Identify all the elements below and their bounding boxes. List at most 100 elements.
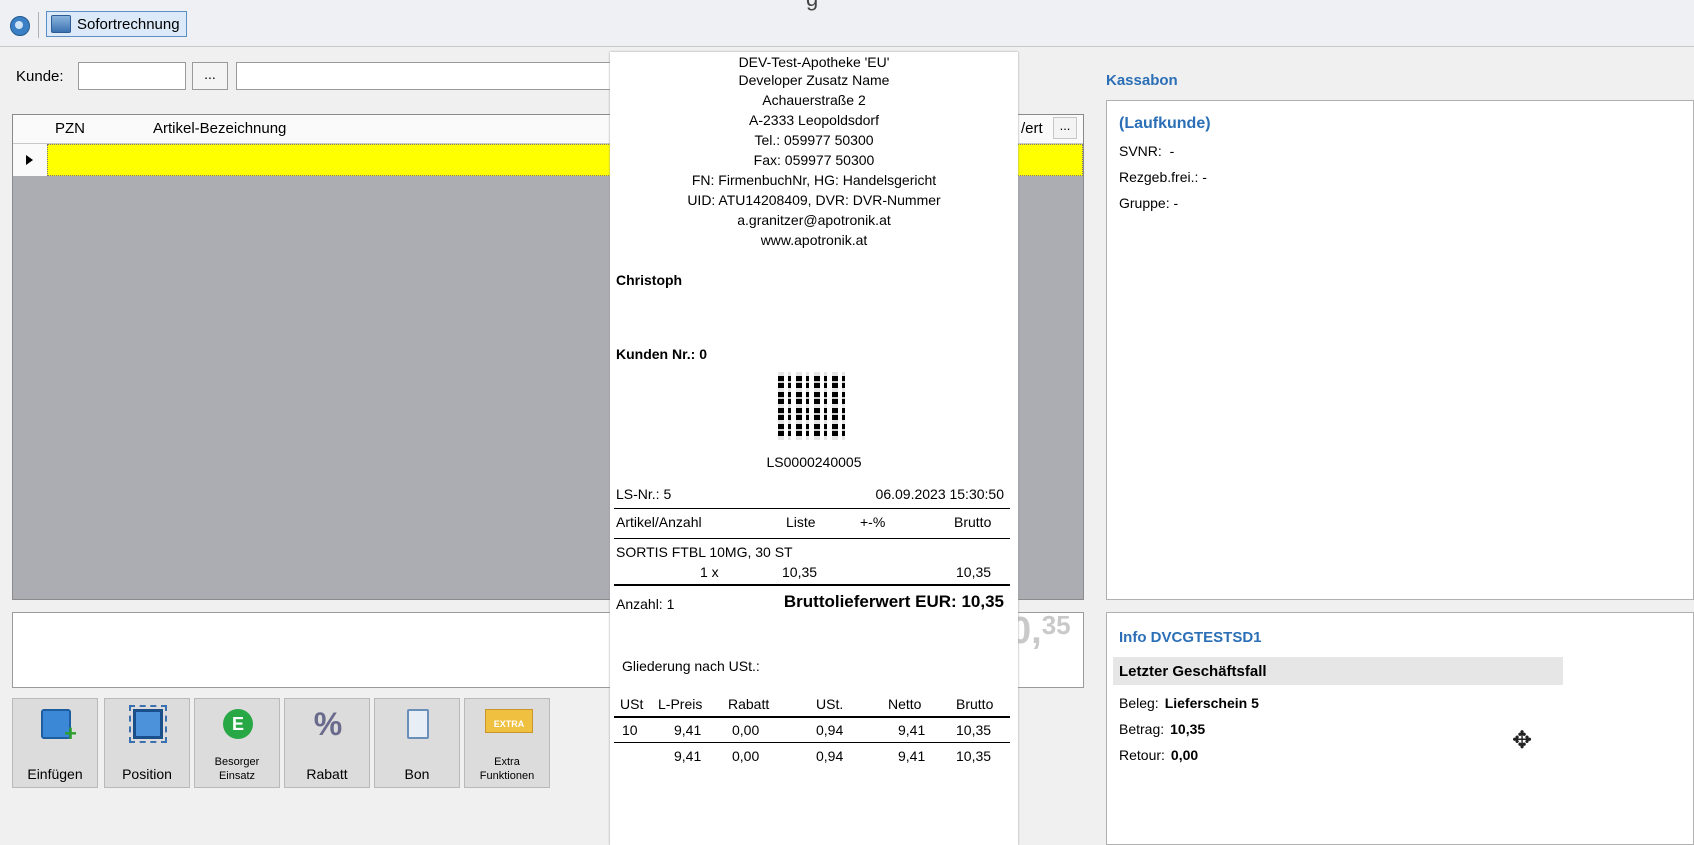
sofortrechnung-label: Sofortrechnung — [77, 15, 180, 33]
receipt-divider — [614, 716, 1010, 718]
tax-cell: 10,35 — [956, 722, 992, 738]
percent-icon: % — [313, 706, 343, 742]
tax-cell: 0,00 — [732, 722, 760, 738]
tax-col-brutto: Brutto — [956, 696, 994, 712]
receipt-icon — [407, 709, 429, 739]
rabatt-button[interactable]: % Rabatt — [284, 698, 370, 788]
receipt-col-liste: Liste — [786, 514, 816, 530]
svnr-line: SVNR: - — [1119, 143, 1175, 159]
position-button[interactable]: Position — [104, 698, 190, 788]
app-window: g Sofortrechnung Kunde: ... PZN Artikel-… — [0, 0, 1694, 845]
extra-label: Extra Funktionen — [479, 756, 535, 782]
datamatrix-code — [778, 372, 846, 440]
receipt-ls-code: LS0000240005 — [766, 454, 862, 470]
position-label: Position — [122, 766, 172, 782]
receipt-item-brutto: 10,35 — [956, 564, 992, 580]
total-cents: 35 — [1041, 610, 1071, 640]
receipt-header-line: Achauerstraße 2 — [762, 92, 866, 108]
position-icon — [129, 705, 167, 743]
bon-button[interactable]: Bon — [374, 698, 460, 788]
receipt-header-line: a.granitzer@apotronik.at — [737, 212, 891, 228]
insert-icon — [41, 709, 77, 747]
gruppe-line: Gruppe: - — [1119, 195, 1179, 211]
receipt-col-brutto: Brutto — [954, 514, 992, 530]
tax-cell: 9,41 — [898, 722, 926, 738]
receipt-employee: Christoph — [616, 272, 683, 288]
tax-cell: 0,94 — [816, 722, 844, 738]
customer-name: (Laufkunde) — [1119, 115, 1211, 132]
einfuegen-button[interactable]: Einfügen — [12, 698, 98, 788]
sofortrechnung-button[interactable]: Sofortrechnung — [46, 11, 187, 37]
einfuegen-label: Einfügen — [27, 766, 83, 782]
beleg-line: Beleg: Lieferschein 5 — [1119, 695, 1259, 711]
receipt-header-line: FN: FirmenbuchNr, HG: Handelsgericht — [691, 172, 937, 188]
rabatt-label: Rabatt — [306, 766, 348, 782]
receipt-header-line: UID: ATU14208409, DVR: DVR-Nummer — [687, 192, 941, 208]
receipt-divider — [614, 538, 1010, 539]
receipt-item-qty: 1 x — [700, 564, 719, 580]
tax-col-ust: USt — [620, 696, 644, 712]
receipt-item-liste: 10,35 — [782, 564, 818, 580]
tax-col-lpreis: L-Preis — [658, 696, 703, 712]
receipt-brutto-total: Bruttolieferwert EUR: 10,35 — [783, 592, 1004, 611]
extra-funktionen-button[interactable]: EXTRA Extra Funktionen — [464, 698, 550, 788]
tax-sum-cell: 10,35 — [956, 748, 992, 764]
receipt-preview: DEV-Test-Apotheke 'EU' Developer Zusatz … — [610, 52, 1018, 845]
tax-col-ust2: USt. — [816, 696, 844, 712]
receipt-col-pct: +-% — [860, 514, 886, 530]
invoice-icon — [51, 15, 71, 33]
receipt-divider — [614, 508, 1010, 509]
toolbar-separator — [38, 12, 39, 38]
toolbar: g Sofortrechnung — [0, 0, 1694, 47]
column-pzn[interactable]: PZN — [55, 120, 85, 137]
info-title: Info DVCGTESTSD1 — [1119, 629, 1262, 646]
receipt-customer-number: Kunden Nr.: 0 — [616, 346, 708, 362]
rezgeb-line: Rezgeb.frei.: - — [1119, 169, 1207, 185]
kunde-number-input[interactable] — [78, 62, 186, 90]
betrag-line: Betrag: 10,35 — [1119, 721, 1206, 737]
tax-sum-cell: 9,41 — [898, 748, 926, 764]
column-artikel-bezeichnung[interactable]: Artikel-Bezeichnung — [153, 120, 286, 137]
tax-col-rabatt: Rabatt — [728, 696, 770, 712]
receipt-item-name: SORTIS FTBL 10MG, 30 ST — [616, 544, 793, 560]
receipt-header-line: www.apotronik.at — [760, 232, 868, 248]
receipt-header-line: Developer Zusatz Name — [738, 72, 890, 88]
extra-icon: EXTRA — [485, 709, 533, 733]
last-transaction-band: Letzter Geschäftsfall — [1113, 657, 1563, 685]
app-globe-icon[interactable] — [10, 16, 30, 36]
receipt-ls-number: LS-Nr.: 5 — [616, 486, 672, 502]
column-wert[interactable]: /ert — [1021, 120, 1043, 137]
tax-sum-cell: 0,94 — [816, 748, 844, 764]
receipt-tax-heading: Gliederung nach USt.: — [622, 658, 760, 674]
receipt-header-line: Fax: 059977 50300 — [753, 152, 875, 168]
receipt-datetime: 06.09.2023 15:30:50 — [875, 486, 1004, 502]
total-display: 0,35 — [1010, 610, 1071, 653]
receipt-divider — [614, 584, 1010, 586]
receipt-header-line: A-2333 Leopoldsdorf — [749, 112, 879, 128]
kunde-name-input[interactable] — [236, 62, 616, 90]
kassabon-panel: (Laufkunde) SVNR: - Rezgeb.frei.: - Grup… — [1106, 100, 1694, 600]
bon-label: Bon — [404, 766, 430, 782]
tax-sum-cell: 9,41 — [674, 748, 702, 764]
receipt-col-artikel: Artikel/Anzahl — [616, 514, 702, 530]
besorger-icon: E — [223, 709, 253, 739]
besorger-label: Besorger Einsatz — [214, 756, 260, 782]
receipt-header-line: DEV-Test-Apotheke 'EU' — [738, 54, 890, 70]
retour-line: Retour: 0,00 — [1119, 747, 1199, 763]
kunde-label: Kunde: — [16, 68, 64, 85]
tax-sum-cell: 0,00 — [732, 748, 760, 764]
row-indicator-icon — [13, 144, 48, 176]
info-panel: Info DVCGTESTSD1 Letzter Geschäftsfall B… — [1106, 612, 1694, 845]
column-chooser-button[interactable]: ... — [1053, 117, 1077, 139]
kassabon-title: Kassabon — [1106, 72, 1178, 89]
move-cursor-icon: ✥ — [1512, 727, 1533, 754]
receipt-anzahl: Anzahl: 1 — [616, 596, 675, 612]
window-title-fragment: g — [806, 0, 818, 12]
receipt-divider — [614, 742, 1010, 743]
tax-col-netto: Netto — [888, 696, 922, 712]
tax-cell: 10 — [622, 722, 638, 738]
kunde-lookup-button[interactable]: ... — [192, 62, 228, 90]
tax-cell: 9,41 — [674, 722, 702, 738]
receipt-header-line: Tel.: 059977 50300 — [754, 132, 874, 148]
besorger-einsatz-button[interactable]: E Besorger Einsatz — [194, 698, 280, 788]
